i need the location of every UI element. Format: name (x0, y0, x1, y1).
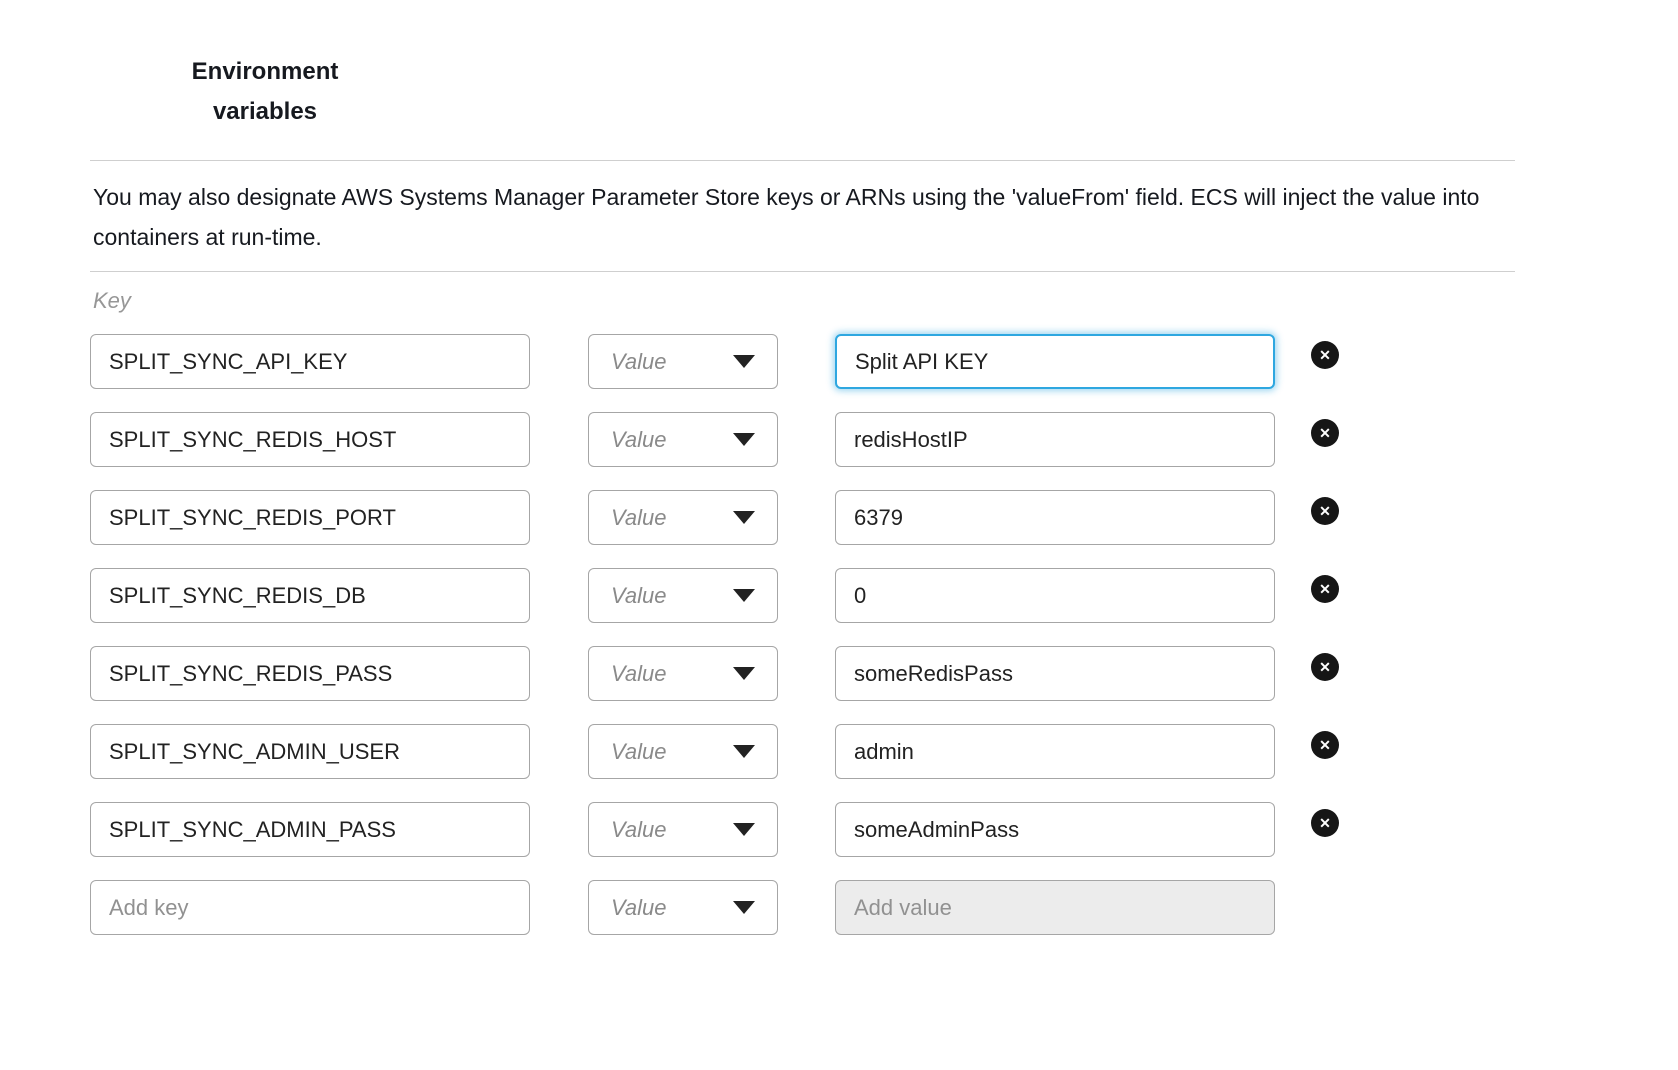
divider-top (90, 160, 1515, 161)
env-key-input[interactable] (90, 568, 530, 623)
environment-variables-label-line2: variables (90, 92, 440, 132)
env-value-input[interactable] (835, 490, 1275, 545)
chevron-down-icon (733, 355, 755, 368)
env-key-input[interactable] (90, 646, 530, 701)
remove-row-button[interactable]: ✕ (1311, 731, 1339, 759)
remove-row-button[interactable]: ✕ (1311, 341, 1339, 369)
env-type-select[interactable]: Value (588, 646, 778, 701)
remove-row-button[interactable]: ✕ (1311, 653, 1339, 681)
env-key-input[interactable] (90, 412, 530, 467)
divider-middle (90, 271, 1515, 272)
chevron-down-icon (733, 823, 755, 836)
env-type-select[interactable]: Value (588, 568, 778, 623)
env-value-input[interactable] (835, 412, 1275, 467)
env-var-rows: Value ✕ Value ✕ Value ✕ Value (0, 334, 1678, 857)
close-icon: ✕ (1319, 816, 1331, 830)
env-type-selected: Value (611, 427, 666, 453)
chevron-down-icon (733, 511, 755, 524)
env-var-row: Value ✕ (90, 724, 1678, 779)
chevron-down-icon (733, 589, 755, 602)
env-type-selected: Value (611, 895, 666, 921)
add-key-input[interactable] (90, 880, 530, 935)
add-value-input[interactable] (835, 880, 1275, 935)
env-var-row: Value ✕ (90, 334, 1678, 389)
env-var-row: Value ✕ (90, 490, 1678, 545)
env-value-input[interactable] (835, 724, 1275, 779)
env-var-row: Value ✕ (90, 646, 1678, 701)
remove-row-button[interactable]: ✕ (1311, 809, 1339, 837)
remove-row-button[interactable]: ✕ (1311, 497, 1339, 525)
env-type-selected: Value (611, 661, 666, 687)
env-key-input[interactable] (90, 724, 530, 779)
remove-row-button[interactable]: ✕ (1311, 575, 1339, 603)
env-var-add-row: Value (90, 880, 1678, 935)
close-icon: ✕ (1319, 504, 1331, 518)
env-value-input[interactable] (835, 568, 1275, 623)
env-var-row: Value ✕ (90, 802, 1678, 857)
chevron-down-icon (733, 745, 755, 758)
close-icon: ✕ (1319, 582, 1331, 596)
env-type-select[interactable]: Value (588, 490, 778, 545)
env-var-row: Value ✕ (90, 412, 1678, 467)
env-var-row: Value ✕ (90, 568, 1678, 623)
key-column-header: Key (93, 288, 1678, 314)
env-value-input[interactable] (835, 646, 1275, 701)
env-key-input[interactable] (90, 490, 530, 545)
env-type-selected: Value (611, 583, 666, 609)
env-type-select[interactable]: Value (588, 334, 778, 389)
chevron-down-icon (733, 901, 755, 914)
env-type-selected: Value (611, 505, 666, 531)
env-key-input[interactable] (90, 802, 530, 857)
env-type-select[interactable]: Value (588, 724, 778, 779)
env-value-input[interactable] (835, 334, 1275, 389)
chevron-down-icon (733, 667, 755, 680)
help-text: You may also designate AWS Systems Manag… (93, 177, 1518, 257)
remove-row-button[interactable]: ✕ (1311, 419, 1339, 447)
env-value-input[interactable] (835, 802, 1275, 857)
env-key-input[interactable] (90, 334, 530, 389)
env-type-selected: Value (611, 817, 666, 843)
env-type-select[interactable]: Value (588, 880, 778, 935)
env-type-selected: Value (611, 739, 666, 765)
close-icon: ✕ (1319, 738, 1331, 752)
close-icon: ✕ (1319, 426, 1331, 440)
close-icon: ✕ (1319, 660, 1331, 674)
close-icon: ✕ (1319, 348, 1331, 362)
environment-variables-label-line1: Environment (90, 52, 440, 92)
environment-variables-label: Environment variables (90, 52, 440, 132)
env-type-select[interactable]: Value (588, 412, 778, 467)
chevron-down-icon (733, 433, 755, 446)
env-type-selected: Value (611, 349, 666, 375)
env-type-select[interactable]: Value (588, 802, 778, 857)
